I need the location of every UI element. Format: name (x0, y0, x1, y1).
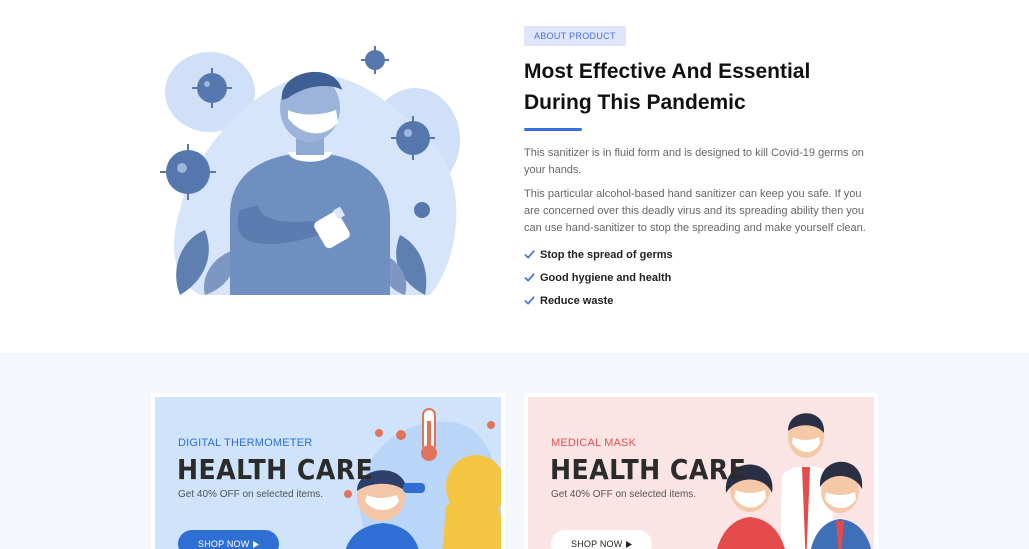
promo-card-thermometer[interactable]: DIGITAL THERMOMETER HEALTH CARE Get 40% … (151, 393, 505, 549)
promo-title: HEALTH CARE (550, 453, 747, 486)
shop-now-button[interactable]: SHOP NOW (178, 530, 280, 549)
title-underline (524, 128, 582, 131)
hero-illustration (160, 46, 460, 296)
feature-item: Reduce waste (524, 289, 869, 312)
feature-item: Good hygiene and health (524, 266, 869, 289)
feature-item: Stop the spread of germs (524, 243, 869, 266)
check-icon (524, 272, 535, 283)
promo-description: Get 40% OFF on selected items. (551, 489, 697, 500)
shop-now-label: SHOP NOW (198, 539, 250, 549)
about-paragraph-1: This sanitizer is in fluid form and is d… (524, 147, 864, 176)
feature-label: Reduce waste (540, 294, 614, 307)
feature-label: Good hygiene and health (540, 271, 672, 284)
about-title-line1: Most Effective And Essential (524, 60, 811, 83)
shop-now-button[interactable]: SHOP NOW (551, 530, 653, 549)
about-title: Most Effective And Essential During This… (524, 56, 869, 118)
promo-title: HEALTH CARE (177, 453, 374, 486)
caret-right-icon (626, 540, 633, 548)
check-icon (524, 249, 535, 260)
about-section: ABOUT PRODUCT Most Effective And Essenti… (0, 0, 1029, 353)
feature-list: Stop the spread of germs Good hygiene an… (524, 243, 869, 312)
promo-card-mask[interactable]: MEDICAL MASK HEALTH CARE Get 40% OFF on … (524, 393, 878, 549)
about-title-line2: During This Pandemic (524, 91, 746, 114)
about-content: ABOUT PRODUCT Most Effective And Essenti… (524, 26, 869, 312)
promo-section: DIGITAL THERMOMETER HEALTH CARE Get 40% … (0, 353, 1029, 549)
shop-now-label: SHOP NOW (571, 539, 623, 549)
feature-label: Stop the spread of germs (540, 248, 673, 261)
about-badge: ABOUT PRODUCT (524, 26, 626, 46)
about-paragraph-2: This particular alcohol-based hand sanit… (524, 188, 866, 234)
promo-subtitle: DIGITAL THERMOMETER (178, 437, 313, 449)
check-icon (524, 295, 535, 306)
caret-right-icon (253, 540, 260, 548)
promo-subtitle: MEDICAL MASK (551, 437, 637, 449)
promo-description: Get 40% OFF on selected items. (178, 489, 324, 500)
